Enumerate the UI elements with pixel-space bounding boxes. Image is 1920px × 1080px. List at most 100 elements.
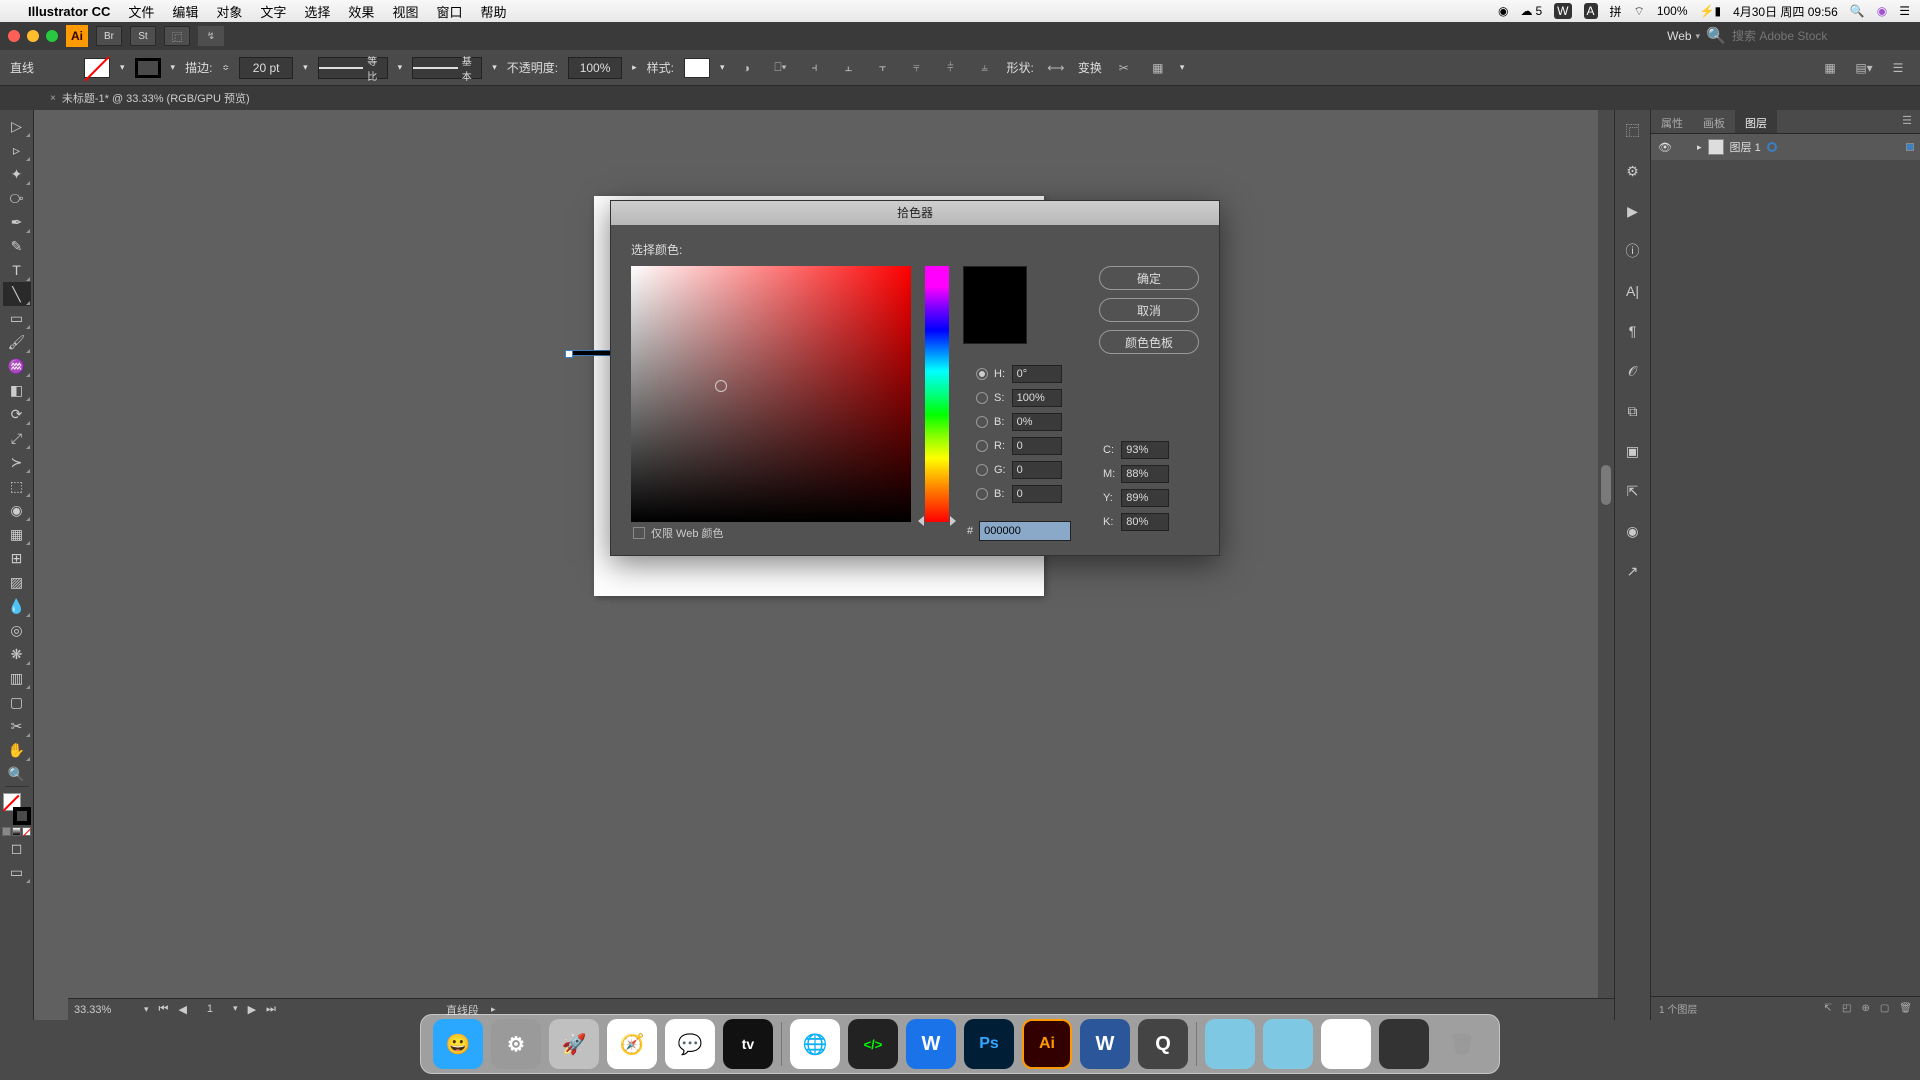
type-tool[interactable]: T [3, 258, 31, 282]
artboard-tool[interactable]: ▢ [3, 690, 31, 714]
actions-panel-icon[interactable]: ▶ [1622, 200, 1644, 222]
m-input[interactable] [1121, 465, 1169, 483]
dock-quicktime[interactable]: Q [1138, 1019, 1188, 1069]
document-tab[interactable]: × 未标题-1* @ 33.33% (RGB/GPU 预览) [38, 86, 262, 110]
next-page-icon[interactable]: ▶ [244, 1003, 260, 1016]
rotate-tool[interactable]: ⟳ [3, 402, 31, 426]
preferences-icon[interactable]: ▤▾ [1852, 57, 1876, 79]
stroke-color-swatch[interactable] [13, 807, 31, 825]
screen-mode-button[interactable]: ▭ [3, 860, 31, 884]
prev-page-icon[interactable]: ◀ [174, 1003, 190, 1016]
bb-input[interactable] [1012, 485, 1062, 503]
br-button[interactable]: Br [96, 26, 122, 46]
stroke-stepper-icon[interactable]: ≎ [222, 63, 229, 72]
graph-tool[interactable]: ▥ [3, 666, 31, 690]
chevron-down-icon[interactable]: ▾ [398, 62, 403, 73]
new-layer-icon[interactable]: ▢ [1880, 1003, 1889, 1014]
eyedropper-tool[interactable]: 💧 [3, 594, 31, 618]
dock-illustrator[interactable]: Ai [1022, 1019, 1072, 1069]
isolate-icon[interactable]: ✂ [1112, 57, 1136, 79]
fill-stroke-control[interactable] [3, 793, 31, 825]
menu-select[interactable]: 选择 [304, 2, 330, 21]
expand-layer-icon[interactable]: ▸ [1697, 142, 1702, 153]
draw-mode-button[interactable]: ◻ [3, 836, 31, 860]
g-radio[interactable] [976, 464, 988, 476]
shape-width-icon[interactable]: ⟷ [1044, 57, 1068, 79]
sv-picker-indicator[interactable] [715, 380, 727, 392]
workspace-switcher[interactable]: Web ▾ [1667, 29, 1700, 43]
dock-wechat[interactable]: 💬 [665, 1019, 715, 1069]
layer-target-icon[interactable] [1767, 142, 1777, 152]
hex-input[interactable] [979, 521, 1071, 541]
zoom-tool[interactable]: 🔍 [3, 762, 31, 786]
new-sublayer-icon[interactable]: ⊕ [1861, 1003, 1869, 1014]
opentype-panel-icon[interactable]: 𝒪 [1622, 360, 1644, 382]
dock-word[interactable]: W [1080, 1019, 1130, 1069]
character-panel-icon[interactable]: A| [1622, 280, 1644, 302]
rectangle-tool[interactable]: ▭ [3, 306, 31, 330]
maximize-window-button[interactable] [46, 30, 58, 42]
artboards-panel-icon[interactable]: ▣ [1622, 440, 1644, 462]
align-hcenter-icon[interactable]: ⫠ [836, 57, 860, 79]
r-input[interactable] [1012, 437, 1062, 455]
tab-properties[interactable]: 属性 [1651, 110, 1693, 133]
style-swatch[interactable] [684, 58, 710, 78]
dock-trash[interactable]: 🗑 [1437, 1019, 1487, 1069]
dock-minimized-2[interactable] [1379, 1019, 1429, 1069]
status-spotlight-icon[interactable]: 🔍 [1850, 4, 1865, 18]
artboard-navigation[interactable]: ⏮ ◀ 1 ▾ ▶ ⏭ [155, 1003, 280, 1016]
dock-finder[interactable]: 😀 [433, 1019, 483, 1069]
status-lang-icon[interactable]: 拼 [1610, 3, 1622, 20]
b-input[interactable] [1012, 413, 1062, 431]
magic-wand-tool[interactable]: ✦ [3, 162, 31, 186]
free-transform-tool[interactable]: ⬚ [3, 474, 31, 498]
layer-name[interactable]: 图层 1 [1730, 139, 1761, 155]
chevron-down-icon[interactable]: ▾ [120, 62, 125, 73]
status-control-icon[interactable]: ☰ [1899, 4, 1910, 18]
menu-effect[interactable]: 效果 [348, 2, 374, 21]
doc-setup-icon[interactable]: ▦ [1818, 57, 1842, 79]
bb-radio[interactable] [976, 488, 988, 500]
h-radio[interactable] [976, 368, 988, 380]
hand-tool[interactable]: ✋ [3, 738, 31, 762]
close-tab-button[interactable]: × [50, 93, 56, 104]
ok-button[interactable]: 确定 [1099, 266, 1199, 290]
dock-appletv[interactable]: tv [723, 1019, 773, 1069]
hue-slider[interactable] [925, 266, 949, 522]
make-clipping-icon[interactable]: ◰ [1842, 1003, 1851, 1014]
chevron-down-icon[interactable]: ▾ [303, 62, 308, 73]
stroke-swatch[interactable] [135, 58, 161, 78]
cancel-button[interactable]: 取消 [1099, 298, 1199, 322]
app-menu[interactable]: Illustrator CC [28, 4, 110, 19]
zoom-level[interactable]: 33.33% [74, 1004, 138, 1016]
menu-window[interactable]: 窗口 [436, 2, 462, 21]
dock-chrome[interactable]: 🌐 [790, 1019, 840, 1069]
chevron-down-icon[interactable]: ▾ [1180, 62, 1185, 73]
vertical-scrollbar[interactable] [1598, 110, 1614, 998]
saturation-value-picker[interactable] [631, 266, 911, 522]
shaper-tool[interactable]: ♒ [3, 354, 31, 378]
dock-wps[interactable]: W [906, 1019, 956, 1069]
libraries-panel-icon[interactable]: ⚙ [1622, 160, 1644, 182]
g-input[interactable] [1012, 461, 1062, 479]
tab-artboards[interactable]: 画板 [1693, 110, 1735, 133]
blend-tool[interactable]: ◎ [3, 618, 31, 642]
arrange-button[interactable]: ⿸ [164, 26, 190, 46]
gradient-tool[interactable]: ▨ [3, 570, 31, 594]
menu-text[interactable]: 文字 [260, 2, 286, 21]
s-input[interactable] [1012, 389, 1062, 407]
k-input[interactable] [1121, 513, 1169, 531]
menu-edit[interactable]: 编辑 [172, 2, 198, 21]
dock-launchpad[interactable]: 🚀 [549, 1019, 599, 1069]
asset-export-icon[interactable]: ⇱ [1622, 480, 1644, 502]
width-tool[interactable]: ≻ [3, 450, 31, 474]
transform-label[interactable]: 变换 [1078, 59, 1102, 76]
minimize-window-button[interactable] [27, 30, 39, 42]
panel-menu-icon[interactable]: ☰ [1894, 110, 1920, 133]
s-radio[interactable] [976, 392, 988, 404]
dock-terminal[interactable]: </> [848, 1019, 898, 1069]
direct-selection-tool[interactable]: ▹ [3, 138, 31, 162]
chevron-down-icon[interactable]: ▾ [144, 1004, 149, 1015]
status-a-icon[interactable]: A [1584, 3, 1598, 19]
close-window-button[interactable] [8, 30, 20, 42]
